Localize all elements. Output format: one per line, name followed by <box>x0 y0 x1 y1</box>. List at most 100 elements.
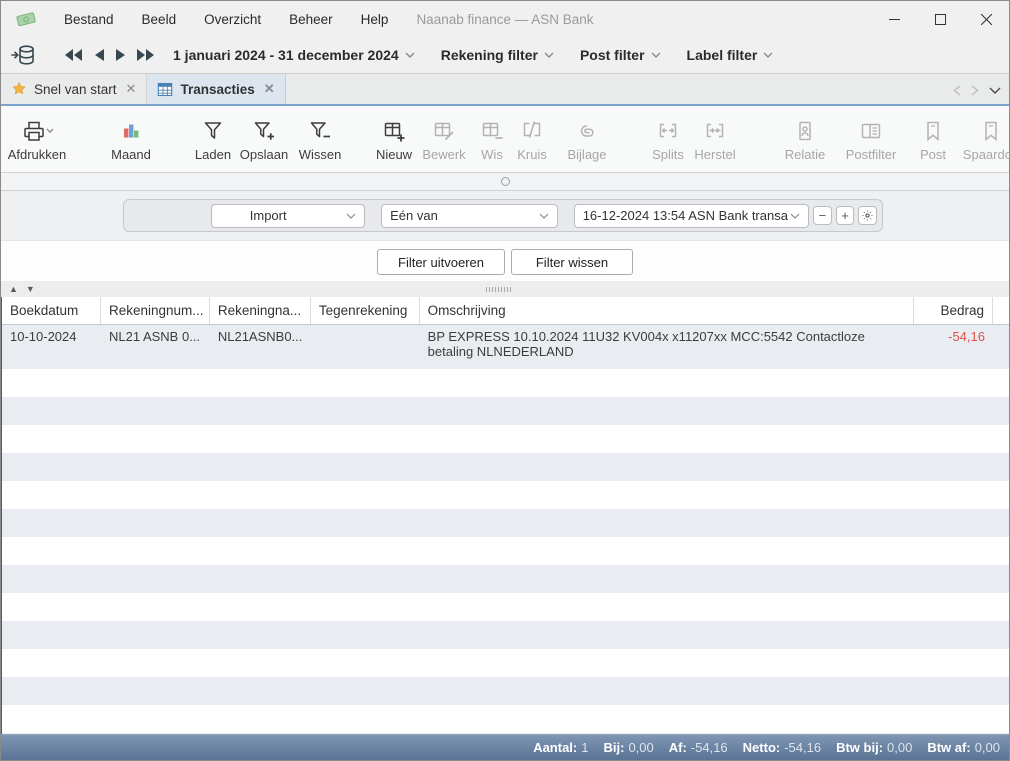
table-minus-icon <box>480 117 504 145</box>
menu-item-beheer[interactable]: Beheer <box>275 6 347 33</box>
herstel-button[interactable]: Herstel <box>691 109 739 169</box>
wis-button[interactable]: Wis <box>477 109 507 169</box>
column-header-tegenrekening[interactable]: Tegenrekening <box>311 297 420 324</box>
tab-snel-van-start[interactable]: Snel van start ✕ <box>1 74 147 104</box>
empty-rows-area <box>2 369 1009 734</box>
column-header-bedrag[interactable]: Bedrag <box>914 297 993 324</box>
minimize-button[interactable] <box>871 1 917 37</box>
kruis-button[interactable]: Kruis <box>513 109 551 169</box>
laden-button[interactable]: Laden <box>192 109 234 169</box>
maximize-button[interactable] <box>917 1 963 37</box>
bewerk-button[interactable]: Bewerk <box>419 109 469 169</box>
postfilter-button[interactable]: Postfilter <box>841 109 901 169</box>
label-filter-dropdown[interactable]: Label filter <box>687 47 774 63</box>
date-range-label: 1 januari 2024 - 31 december 2024 <box>173 47 399 63</box>
table-edit-icon <box>432 117 456 145</box>
bookmark-icon <box>979 117 1003 145</box>
wissen-button[interactable]: Wissen <box>296 109 344 169</box>
toolbar-label: Spaardoe <box>963 147 1009 162</box>
bijlage-button[interactable]: Bijlage <box>564 109 610 169</box>
post-filter-dropdown[interactable]: Post filter <box>580 47 661 63</box>
filter-operator-value: Eén van <box>390 208 438 223</box>
cell-spacer <box>993 325 1009 369</box>
date-range-dropdown[interactable]: 1 januari 2024 - 31 december 2024 <box>173 47 415 63</box>
close-button[interactable] <box>963 1 1009 37</box>
status-label: Btw bij: <box>836 740 883 755</box>
splitter-handle-icon[interactable] <box>501 177 510 186</box>
split-icon <box>656 117 680 145</box>
tab-scroll-controls <box>953 74 1009 104</box>
chevron-down-icon <box>763 52 773 58</box>
filter-value-select[interactable]: 16-12-2024 13:54 ASN Bank transa <box>574 204 809 228</box>
cell-rekeningnummer: NL21 ASNB 0... <box>101 325 210 369</box>
funnel-minus-icon <box>308 117 332 145</box>
post-filter-label: Post filter <box>580 47 645 63</box>
status-label: Btw af: <box>927 740 970 755</box>
last-period-icon[interactable] <box>131 45 161 65</box>
funnel-plus-icon <box>252 117 276 145</box>
column-header-rekeningnaam[interactable]: Rekeningna... <box>210 297 311 324</box>
status-label: Aantal: <box>533 740 577 755</box>
column-resize-grip[interactable] <box>486 287 512 292</box>
ledger-icon <box>859 117 883 145</box>
post-button[interactable]: Post <box>916 109 950 169</box>
opslaan-button[interactable]: Opslaan <box>237 109 291 169</box>
menu-item-overzicht[interactable]: Overzicht <box>190 6 275 33</box>
status-value: 0,00 <box>628 740 653 755</box>
table-row[interactable]: 10-10-2024 NL21 ASNB 0... NL21ASNB0... B… <box>2 325 1009 369</box>
toolbar-label: Postfilter <box>846 147 897 162</box>
filter-operator-select[interactable]: Eén van <box>381 204 558 228</box>
table-plus-icon <box>382 117 406 145</box>
menu-item-help[interactable]: Help <box>347 6 403 33</box>
tab-scroll-left-icon[interactable] <box>953 82 961 97</box>
tab-transacties[interactable]: Transacties ✕ <box>147 74 285 104</box>
column-header-rekeningnummer[interactable]: Rekeningnum... <box>101 297 210 324</box>
add-filter-button[interactable]: + <box>836 206 855 225</box>
panel-splitter[interactable] <box>1 173 1009 191</box>
filter-row: Import Eén van 16-12-2024 13:54 ASN Bank… <box>123 199 883 232</box>
column-header-omschrijving[interactable]: Omschrijving <box>420 297 914 324</box>
toolbar-label: Relatie <box>785 147 825 162</box>
filter-settings-button[interactable] <box>858 206 877 225</box>
filter-uitvoeren-button[interactable]: Filter uitvoeren <box>377 249 505 275</box>
previous-period-icon[interactable] <box>89 45 110 65</box>
merge-icon <box>703 117 727 145</box>
window-controls <box>871 1 1009 37</box>
filter-panel: Import Eén van 16-12-2024 13:54 ASN Bank… <box>1 191 1009 241</box>
tab-list-icon[interactable] <box>989 82 1001 97</box>
table-icon <box>157 82 173 97</box>
filter-field-select[interactable]: Import <box>211 204 365 228</box>
remove-filter-button[interactable]: − <box>813 206 832 225</box>
import-database-icon[interactable] <box>11 42 37 68</box>
spaardoel-button[interactable]: Spaardoe <box>959 109 1009 169</box>
chevron-down-icon <box>790 213 800 219</box>
star-icon <box>11 81 27 97</box>
splits-button[interactable]: Splits <box>648 109 688 169</box>
sort-down-icon[interactable]: ▼ <box>26 285 35 294</box>
column-header-boekdatum[interactable]: Boekdatum <box>2 297 101 324</box>
bookmark-icon <box>921 117 945 145</box>
relatie-button[interactable]: Relatie <box>781 109 829 169</box>
sort-up-icon[interactable]: ▲ <box>9 285 18 294</box>
rekening-filter-dropdown[interactable]: Rekening filter <box>441 47 554 63</box>
first-period-icon[interactable] <box>59 45 89 65</box>
toolbar-label: Herstel <box>694 147 735 162</box>
tab-close-icon[interactable]: ✕ <box>264 81 275 97</box>
filter-value-text: 16-12-2024 13:54 ASN Bank transa <box>583 208 788 223</box>
maand-button[interactable]: Maand <box>107 109 155 169</box>
toolbar-label: Laden <box>195 147 231 162</box>
toolbar-label: Post <box>920 147 946 162</box>
menu-item-beeld[interactable]: Beeld <box>128 6 191 33</box>
menu-item-bestand[interactable]: Bestand <box>50 6 128 33</box>
filter-wissen-button[interactable]: Filter wissen <box>511 249 633 275</box>
next-period-icon[interactable] <box>110 45 131 65</box>
tab-close-icon[interactable]: ✕ <box>126 81 137 97</box>
sort-strip: ▲ ▼ <box>1 281 1009 297</box>
nieuw-button[interactable]: Nieuw <box>373 109 415 169</box>
cell-boekdatum: 10-10-2024 <box>2 325 101 369</box>
tab-scroll-right-icon[interactable] <box>971 82 979 97</box>
toolbar-label: Kruis <box>517 147 547 162</box>
table-header: Boekdatum Rekeningnum... Rekeningna... T… <box>2 297 1009 325</box>
afdrukken-button[interactable]: Afdrukken <box>2 109 72 169</box>
app-window: Bestand Beeld Overzicht Beheer Help Naan… <box>0 0 1010 761</box>
